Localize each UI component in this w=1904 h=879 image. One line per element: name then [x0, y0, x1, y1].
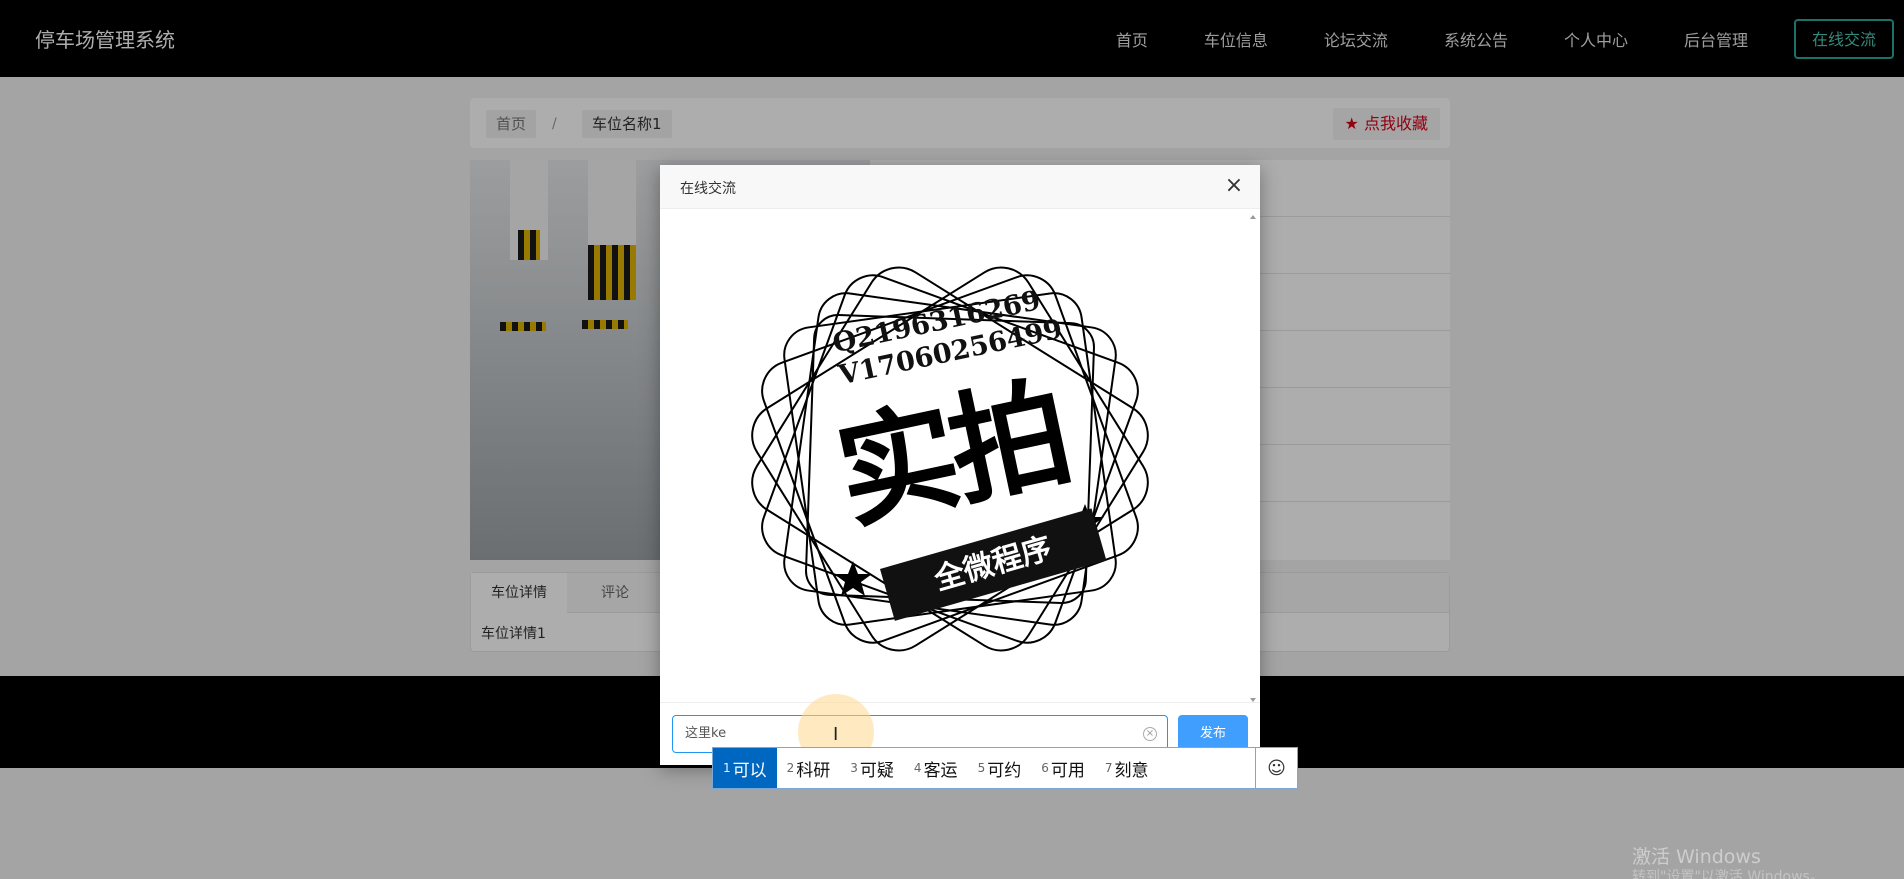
ime-candidate[interactable]: 7 刻意 — [1095, 748, 1159, 788]
windows-activation-watermark: 激活 Windows — [1632, 846, 1761, 868]
text-cursor-icon: I — [833, 724, 839, 745]
ime-candidate[interactable]: 6 可用 — [1031, 748, 1095, 788]
ime-candidate[interactable]: 3 可疑 — [840, 748, 904, 788]
input-value: 这里ke — [685, 726, 727, 741]
close-icon[interactable]: × — [1222, 175, 1246, 199]
ime-candidate[interactable]: 1 可以 — [713, 748, 777, 788]
ime-candidate[interactable]: 5 可约 — [968, 748, 1032, 788]
watermark-stamp-image: Q2196316269 V17060256499 实拍 全微程序 — [740, 249, 1160, 669]
dialog-title: 在线交流 — [680, 181, 736, 197]
ime-candidate[interactable]: 4 客运 — [904, 748, 968, 788]
ime-candidate[interactable]: 2 科研 — [777, 748, 841, 788]
clear-icon[interactable]: × — [1143, 727, 1157, 741]
ime-spacer — [1158, 748, 1255, 788]
scrollbar[interactable] — [1248, 215, 1258, 702]
scroll-up-icon[interactable] — [1250, 215, 1256, 219]
dialog-header: 在线交流 × — [660, 165, 1260, 209]
chat-messages[interactable]: Q2196316269 V17060256499 实拍 全微程序 — [660, 209, 1260, 702]
windows-activation-hint: 转到"设置"以激活 Windows。 — [1632, 869, 1824, 879]
emoji-icon[interactable]: ☺ — [1255, 748, 1297, 788]
chat-dialog: 在线交流 × Q2196316269 V17060256499 实拍 全微程序 … — [660, 165, 1260, 765]
ime-candidate-bar: 1 可以 2 科研 3 可疑 4 客运 5 可约 6 可用 7 刻意 ☺ — [712, 747, 1298, 789]
